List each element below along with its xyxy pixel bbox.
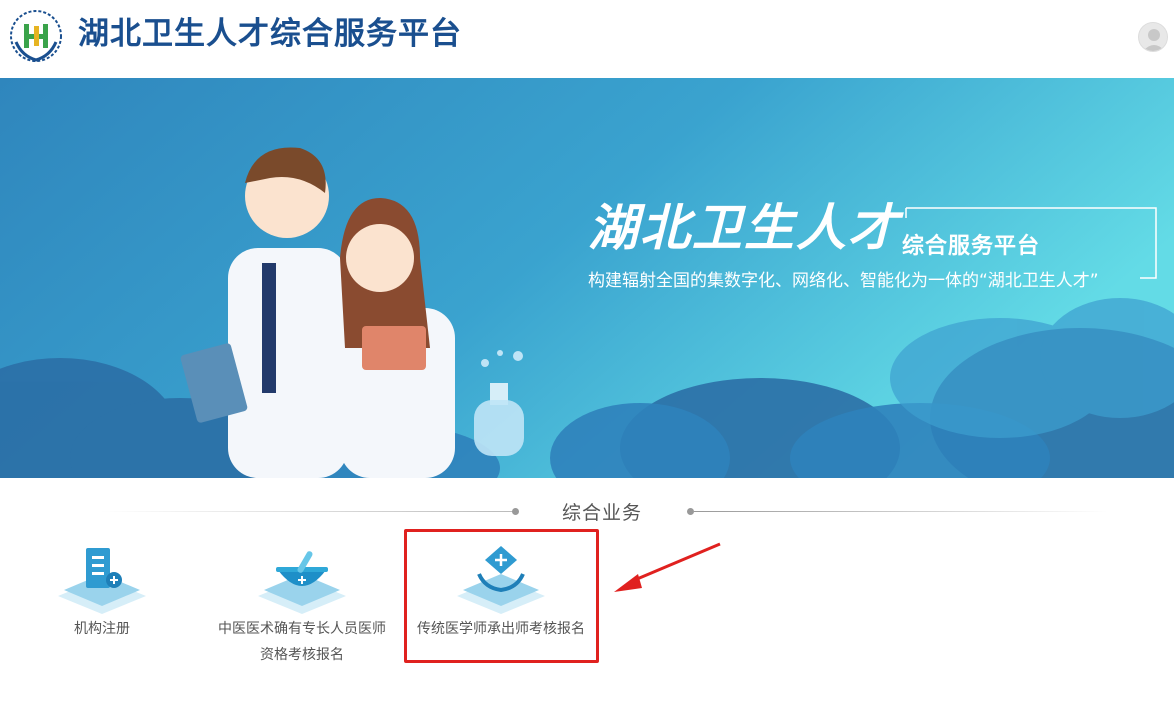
site-title: 湖北卫生人才综合服务平台 — [78, 16, 462, 52]
divider-line-left — [100, 511, 514, 512]
banner-title: 湖北卫生人才 — [588, 199, 900, 257]
divider-dot-left — [512, 508, 519, 515]
service-label: 机构注册 — [74, 621, 130, 637]
banner-slogan: 构建辐射全国的集数字化、网络化、智能化为一体的“湖北卫生人才” — [588, 271, 1099, 291]
mortar-bowl-icon — [256, 540, 348, 616]
section-header: 综合业务 — [0, 496, 1174, 530]
banner-subtitle: 综合服务平台 — [902, 234, 1041, 259]
logo-icon[interactable] — [8, 8, 64, 64]
building-icon — [56, 540, 148, 616]
divider-line-right — [694, 511, 1108, 512]
service-institution-registration[interactable]: 机构注册 — [56, 540, 148, 642]
user-avatar-icon[interactable] — [1138, 22, 1168, 52]
hero-banner: 湖北卫生人才 综合服务平台 构建辐射全国的集数字化、网络化、智能化为一体的“湖北… — [0, 78, 1174, 478]
service-label-line-2: 资格考核报名 — [260, 647, 344, 663]
arrow-icon — [608, 540, 728, 600]
divider-dot-right — [687, 508, 694, 515]
section-title: 综合业务 — [561, 502, 642, 524]
service-tcm-qualification[interactable]: 中医医术确有专长人员医师 资格考核报名 — [212, 540, 392, 668]
highlight-box — [404, 529, 599, 663]
header: 湖北卫生人才综合服务平台 — [0, 0, 1174, 78]
service-label-line-1: 中医医术确有专长人员医师 — [218, 621, 386, 637]
